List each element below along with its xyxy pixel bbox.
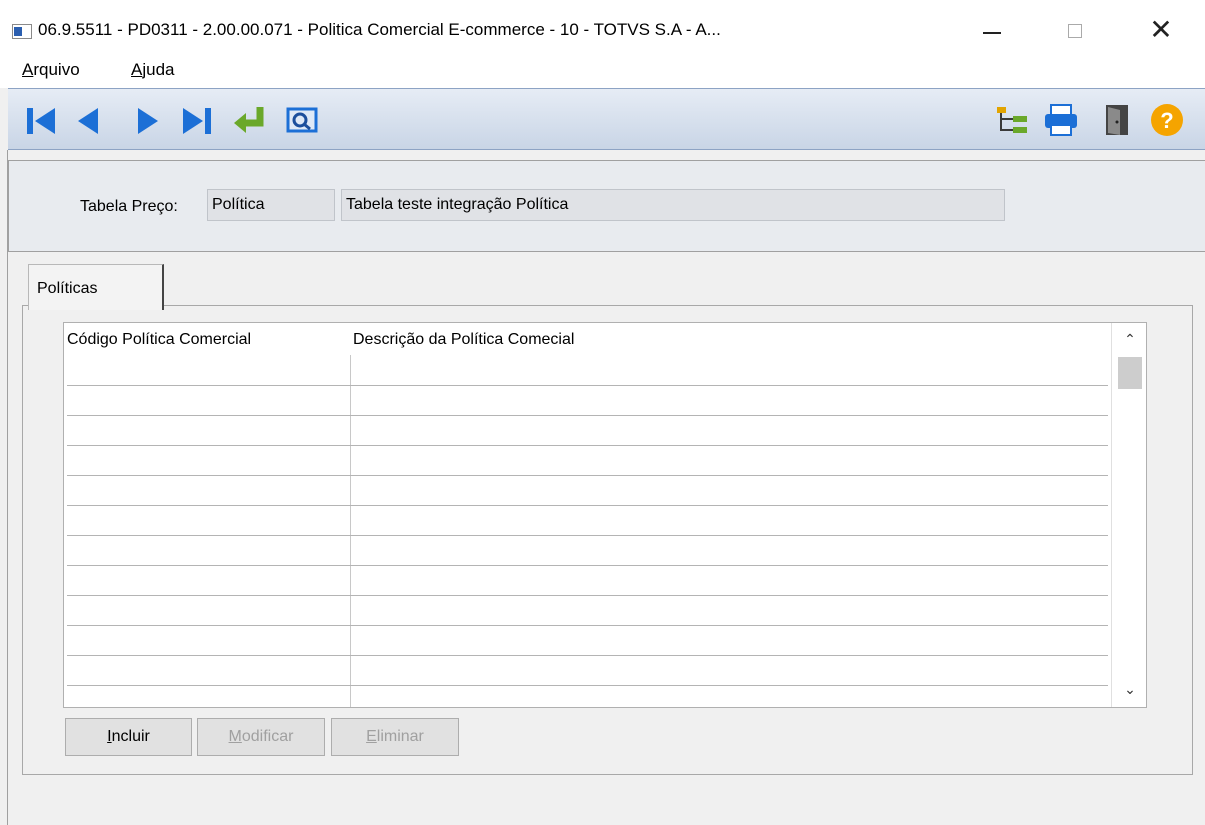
grid-row-line	[67, 445, 1108, 446]
close-button[interactable]: ✕	[1138, 14, 1184, 48]
window-title: 06.9.5511 - PD0311 - 2.00.00.071 - Polit…	[38, 20, 721, 39]
menu-ajuda[interactable]: Ajuda	[131, 60, 174, 80]
tabela-preco-label: Tabela Preço:	[80, 198, 178, 215]
window-border	[0, 150, 8, 825]
grid-row-line	[67, 565, 1108, 566]
print-icon[interactable]	[1042, 101, 1080, 139]
column-header-codigo[interactable]: Código Política Comercial	[67, 331, 251, 349]
toolbar: ?	[8, 88, 1205, 150]
next-record-icon[interactable]	[130, 101, 168, 139]
tree-icon[interactable]	[993, 101, 1031, 139]
vertical-scrollbar[interactable]: ⌃ ⌄	[1111, 323, 1146, 707]
maximize-button[interactable]	[1052, 14, 1098, 48]
title-bar: 06.9.5511 - PD0311 - 2.00.00.071 - Polit…	[0, 0, 1205, 56]
eliminar-button[interactable]: Eliminar	[331, 718, 459, 756]
help-icon[interactable]: ?	[1148, 101, 1186, 139]
go-to-icon[interactable]	[230, 101, 268, 139]
scroll-up-icon[interactable]: ⌃	[1122, 331, 1138, 347]
tabela-preco-code-field: Política	[207, 189, 335, 221]
scroll-thumb[interactable]	[1118, 357, 1142, 389]
grid-row-line	[67, 625, 1108, 626]
grid-row-line	[67, 505, 1108, 506]
grid-row-line	[67, 595, 1108, 596]
grid-row-line	[67, 415, 1108, 416]
last-record-icon[interactable]	[179, 101, 217, 139]
politicas-grid[interactable]: Código Política Comercial Descrição da P…	[63, 322, 1147, 708]
tabela-preco-description-field: Tabela teste integração Política	[341, 189, 1005, 221]
grid-row-line	[67, 385, 1108, 386]
previous-record-icon[interactable]	[70, 101, 108, 139]
search-icon[interactable]	[283, 101, 321, 139]
grid-row-line	[67, 685, 1108, 686]
svg-text:?: ?	[1160, 108, 1173, 133]
menu-bar: Arquivo Ajuda	[0, 56, 1205, 88]
tab-politicas[interactable]: Políticas	[28, 264, 164, 310]
grid-row-line	[67, 535, 1108, 536]
menu-arquivo[interactable]: Arquivo	[22, 60, 80, 80]
scroll-down-icon[interactable]: ⌄	[1122, 681, 1138, 697]
app-window-icon	[12, 24, 32, 39]
column-header-descricao[interactable]: Descrição da Política Comecial	[353, 331, 574, 349]
modificar-button[interactable]: Modificar	[197, 718, 325, 756]
incluir-button[interactable]: Incluir	[65, 718, 192, 756]
first-record-icon[interactable]	[23, 101, 61, 139]
grid-row-line	[67, 655, 1108, 656]
exit-door-icon[interactable]	[1098, 101, 1136, 139]
grid-row-line	[67, 475, 1108, 476]
minimize-button[interactable]	[969, 14, 1015, 48]
